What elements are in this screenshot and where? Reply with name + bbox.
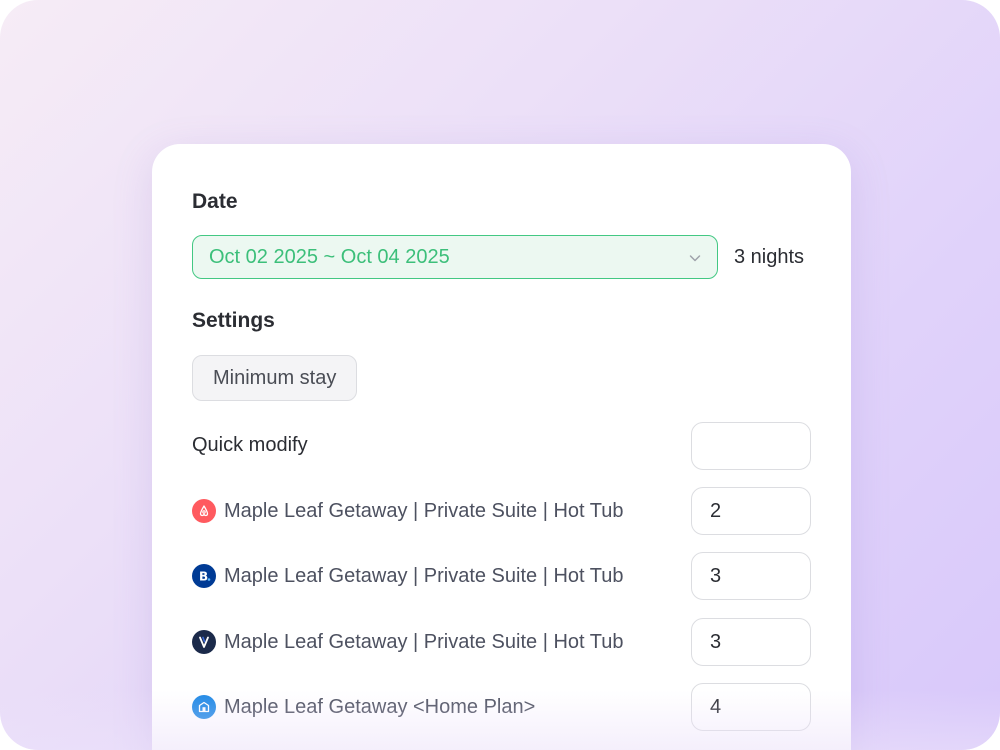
quick-modify-input[interactable] [691, 422, 811, 470]
listing-name: Maple Leaf Getaway | Private Suite | Hot… [224, 499, 624, 522]
listing-name: Maple Leaf Getaway <Home Plan> [224, 695, 536, 718]
listing-row: Maple Leaf Getaway <Home Plan> [192, 695, 535, 719]
date-range-select[interactable]: Oct 02 2025 ~ Oct 04 2025 [192, 235, 718, 279]
listing-row: Maple Leaf Getaway | Private Suite | Hot… [192, 630, 623, 654]
settings-section-title: Settings [192, 309, 275, 332]
listing-min-stay-input[interactable] [691, 683, 811, 731]
listing-min-stay-input[interactable] [691, 487, 811, 535]
date-range-value: Oct 02 2025 ~ Oct 04 2025 [209, 245, 450, 268]
date-section-title: Date [192, 190, 238, 213]
minimum-stay-chip[interactable]: Minimum stay [192, 355, 358, 401]
quick-modify-label: Quick modify [192, 434, 308, 456]
booking-com-logo-icon: B [192, 564, 216, 588]
minimum-stay-card: Date Oct 02 2025 ~ Oct 04 2025 3 nights … [152, 144, 851, 750]
vrbo-logo-icon [192, 630, 216, 654]
listing-min-stay-input[interactable] [691, 618, 811, 666]
direct-booking-logo-icon [192, 695, 216, 719]
nights-count: 3 nights [734, 246, 805, 268]
listing-min-stay-input[interactable] [691, 552, 811, 600]
listing-name: Maple Leaf Getaway | Private Suite | Hot… [224, 630, 624, 653]
chevron-down-icon [689, 255, 701, 262]
listing-name: Maple Leaf Getaway | Private Suite | Hot… [224, 564, 624, 587]
listing-row: Maple Leaf Getaway | Private Suite | Hot… [192, 499, 623, 523]
background-frame: Date Oct 02 2025 ~ Oct 04 2025 3 nights … [0, 0, 1000, 750]
listing-row: B Maple Leaf Getaway | Private Suite | H… [192, 564, 623, 588]
svg-text:B: B [199, 570, 208, 584]
airbnb-logo-icon [192, 499, 216, 523]
